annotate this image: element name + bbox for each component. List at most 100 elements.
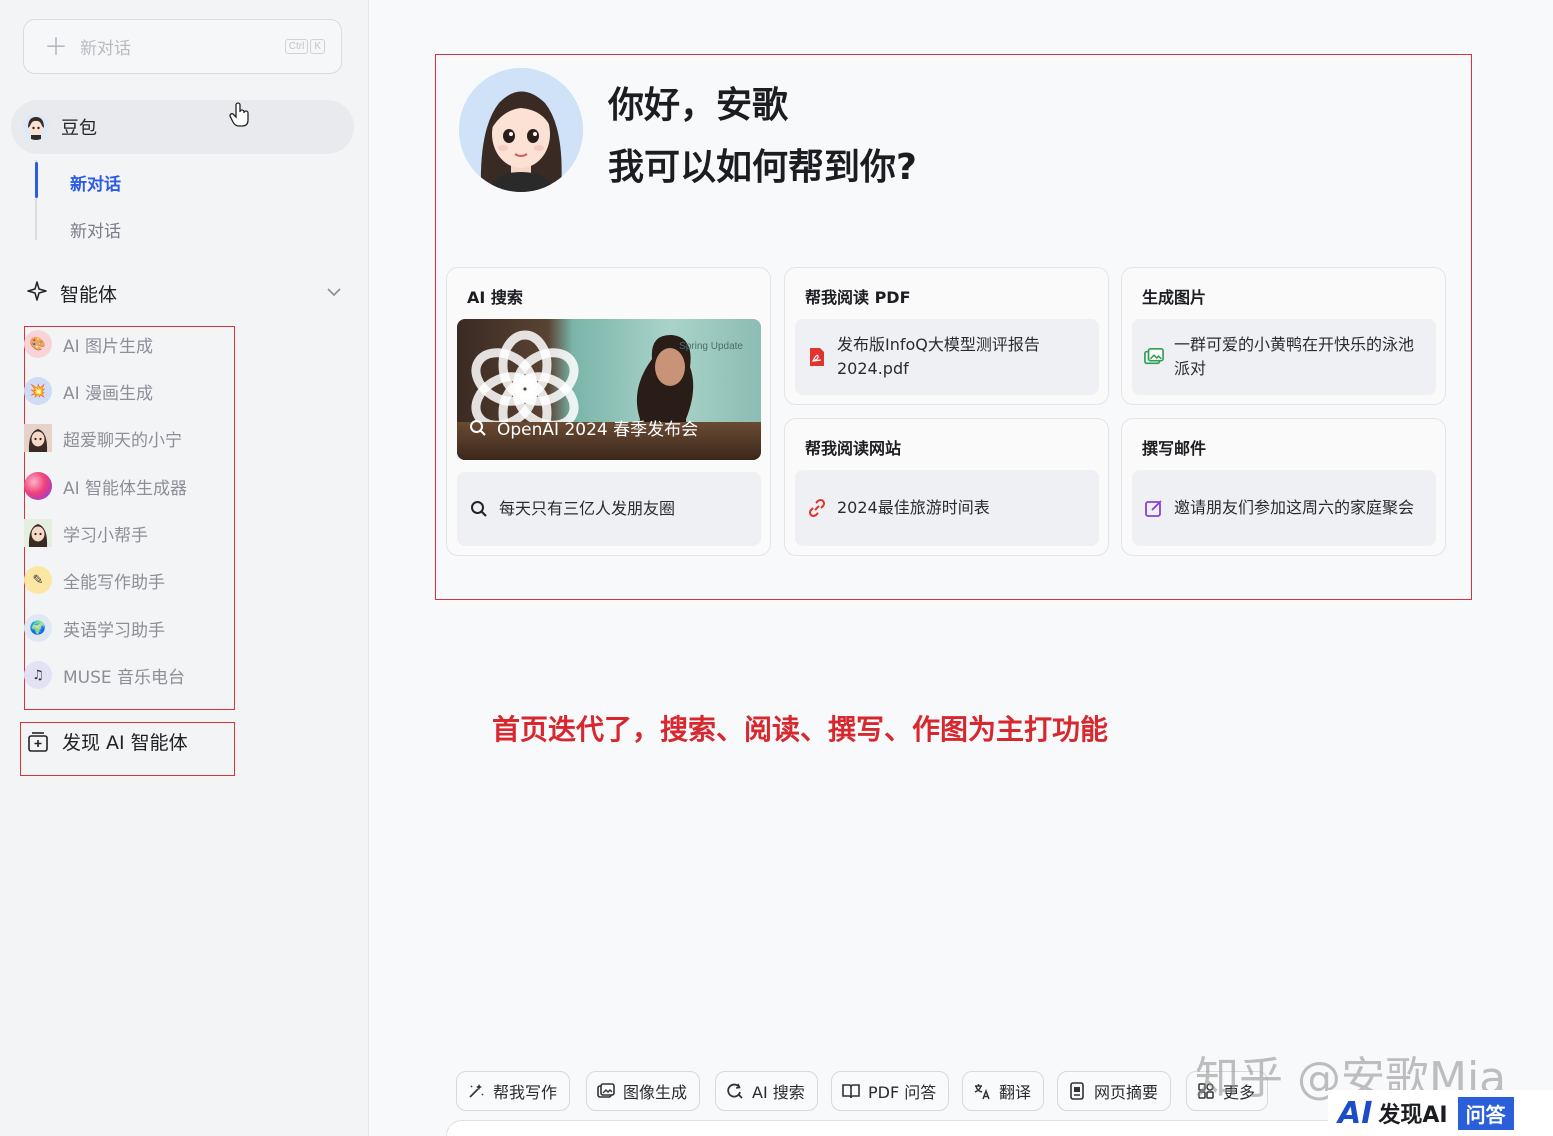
- edit-icon: [1144, 498, 1164, 518]
- agent-item-label: AI 图片生成: [63, 336, 154, 357]
- toolbar-chip-label: PDF 问答: [868, 1083, 937, 1102]
- document-icon: [1068, 1082, 1086, 1100]
- toolbar-chip-label: 图像生成: [623, 1083, 688, 1102]
- doubao-avatar-icon: [23, 114, 49, 140]
- faxianai-logo: AI 发现AI 问答: [1328, 1090, 1553, 1136]
- read-website-suggestion[interactable]: 2024最佳旅游时间表: [795, 470, 1099, 546]
- agent-item[interactable]: AI 智能体生成器: [24, 472, 187, 500]
- toolbar-chip-label: 翻译: [999, 1083, 1032, 1102]
- student-avatar-icon: [24, 519, 52, 547]
- discover-agents-link[interactable]: 发现 AI 智能体: [27, 728, 188, 755]
- generate-image-card[interactable]: 生成图片 一群可爱的小黄鸭在开快乐的泳池派对: [1121, 267, 1446, 405]
- agent-item[interactable]: ✎ 全能写作助手: [24, 566, 165, 594]
- sidebar-item-doubao[interactable]: 豆包: [11, 100, 354, 154]
- toolbar-chip[interactable]: 图像生成: [586, 1071, 701, 1111]
- annotation-note: 首页迭代了，搜索、阅读、撰写、作图为主打功能: [492, 713, 1109, 746]
- ai-search-card[interactable]: AI 搜索 Spring Update OpenAI 2024 春季发布会 每天: [446, 267, 771, 556]
- agent-item[interactable]: 学习小帮手: [24, 519, 148, 547]
- shortcut-key-k: K: [310, 39, 325, 54]
- gradient-orb-icon: [24, 472, 52, 500]
- read-website-item: 2024最佳旅游时间表: [837, 498, 990, 517]
- plus-icon: ＋: [44, 32, 68, 61]
- comic-icon: 💥: [24, 377, 52, 405]
- discover-icon: [27, 731, 49, 753]
- agents-section-header[interactable]: 智能体: [27, 280, 342, 307]
- agent-item-label: 全能写作助手: [63, 572, 165, 593]
- new-chat-button[interactable]: ＋ 新对话 Ctrl K: [23, 19, 342, 74]
- greeting-subtitle: 我可以如何帮到你?: [608, 147, 917, 188]
- news-caption: OpenAI 2024 春季发布会: [469, 415, 698, 440]
- read-pdf-suggestion[interactable]: 发布版InfoQ大模型测评报告2024.pdf: [795, 319, 1099, 395]
- search-refresh-icon: [726, 1082, 744, 1100]
- read-pdf-item: 发布版InfoQ大模型测评报告2024.pdf: [837, 335, 1040, 378]
- agent-item[interactable]: 🎨 AI 图片生成: [24, 330, 153, 358]
- ai-search-query: 每天只有三亿人发朋友圈: [499, 499, 676, 518]
- image-gallery-icon: [1144, 347, 1164, 367]
- girl-avatar-icon: [24, 424, 52, 452]
- agent-item-label: AI 漫画生成: [63, 383, 154, 404]
- agent-item[interactable]: 🌍 英语学习助手: [24, 614, 165, 642]
- write-email-item: 邀请朋友们参加这周六的家庭聚会: [1174, 498, 1415, 517]
- translate-icon: [973, 1082, 991, 1100]
- agent-item-label: 学习小帮手: [63, 525, 148, 546]
- doubao-label: 豆包: [61, 118, 97, 139]
- search-icon: [470, 419, 486, 436]
- toolbar-chip[interactable]: AI 搜索: [715, 1071, 818, 1111]
- shortcut-hint: Ctrl K: [284, 39, 325, 54]
- agent-item[interactable]: ♫ MUSE 音乐电台: [24, 661, 185, 689]
- ai-search-suggestion[interactable]: 每天只有三亿人发朋友圈: [457, 472, 761, 546]
- read-pdf-card[interactable]: 帮我阅读 PDF 发布版InfoQ大模型测评报告2024.pdf: [784, 267, 1109, 405]
- ai-search-card-title: AI 搜索: [467, 288, 523, 307]
- news-caption-text: OpenAI 2024 春季发布会: [497, 420, 699, 440]
- toolbar-chip-label: 网页摘要: [1094, 1083, 1159, 1102]
- pencil-icon: ✎: [24, 566, 52, 594]
- agent-item-label: AI 智能体生成器: [63, 478, 188, 499]
- greeting-title: 你好，安歌: [608, 85, 789, 126]
- book-icon: [842, 1082, 860, 1100]
- read-website-card-title: 帮我阅读网站: [805, 439, 902, 458]
- pdf-icon: [807, 347, 827, 367]
- stage-backdrop-text: Spring Update: [679, 341, 743, 352]
- read-pdf-card-title: 帮我阅读 PDF: [805, 288, 911, 307]
- globe-icon: 🌍: [24, 614, 52, 642]
- news-thumbnail[interactable]: Spring Update OpenAI 2024 春季发布会: [457, 319, 761, 460]
- toolbar-chip[interactable]: 翻译: [962, 1071, 1045, 1111]
- doubao-hero-avatar: [459, 68, 583, 192]
- music-note-icon: ♫: [24, 661, 52, 689]
- write-email-suggestion[interactable]: 邀请朋友们参加这周六的家庭聚会: [1132, 470, 1436, 546]
- discover-label: 发现 AI 智能体: [62, 732, 188, 754]
- palette-icon: 🎨: [24, 330, 52, 358]
- sidebar-chat-item[interactable]: 新对话: [70, 217, 121, 242]
- image-icon: [597, 1082, 615, 1100]
- hand-cursor-icon: [229, 102, 251, 133]
- write-email-card[interactable]: 撰写邮件 邀请朋友们参加这周六的家庭聚会: [1121, 418, 1446, 556]
- sidebar: ＋ 新对话 Ctrl K 豆包 新对话 新对话 智能体 🎨 AI 图片生成 💥 AI …: [0, 0, 369, 1136]
- sidebar-chat-active[interactable]: 新对话: [70, 170, 121, 195]
- generate-image-suggestion[interactable]: 一群可爱的小黄鸭在开快乐的泳池派对: [1132, 319, 1436, 395]
- read-website-card[interactable]: 帮我阅读网站 2024最佳旅游时间表: [784, 418, 1109, 556]
- agent-item-label: MUSE 音乐电台: [63, 667, 186, 688]
- agent-item[interactable]: 超爱聊天的小宁: [24, 424, 182, 452]
- agent-item-label: 超爱聊天的小宁: [63, 430, 182, 451]
- sub-list-active-marker: [35, 162, 38, 198]
- generate-image-card-title: 生成图片: [1142, 288, 1207, 307]
- generate-image-item: 一群可爱的小黄鸭在开快乐的泳池派对: [1174, 335, 1415, 378]
- toolbar-chip[interactable]: 帮我写作: [456, 1071, 571, 1111]
- agent-item[interactable]: 💥 AI 漫画生成: [24, 377, 153, 405]
- chevron-down-icon[interactable]: [326, 282, 342, 301]
- toolbar-chip-label: 帮我写作: [493, 1083, 558, 1102]
- link-icon: [807, 498, 827, 518]
- agents-title: 智能体: [60, 284, 118, 306]
- toolbar-chip[interactable]: PDF 问答: [831, 1071, 950, 1111]
- sparkle-icon: [27, 281, 47, 306]
- toolbar-chip-label: AI 搜索: [752, 1083, 805, 1102]
- logo-name: 发现AI: [1378, 1103, 1448, 1128]
- toolbar-chip[interactable]: 网页摘要: [1057, 1071, 1172, 1111]
- shortcut-key-ctrl: Ctrl: [284, 39, 309, 54]
- search-icon: [469, 500, 489, 518]
- chat-input-box[interactable]: [446, 1120, 1446, 1136]
- magic-pen-icon: [467, 1082, 485, 1100]
- new-chat-label: 新对话: [80, 39, 131, 59]
- logo-ai-mark: AI: [1338, 1095, 1373, 1131]
- write-email-card-title: 撰写邮件: [1142, 439, 1207, 458]
